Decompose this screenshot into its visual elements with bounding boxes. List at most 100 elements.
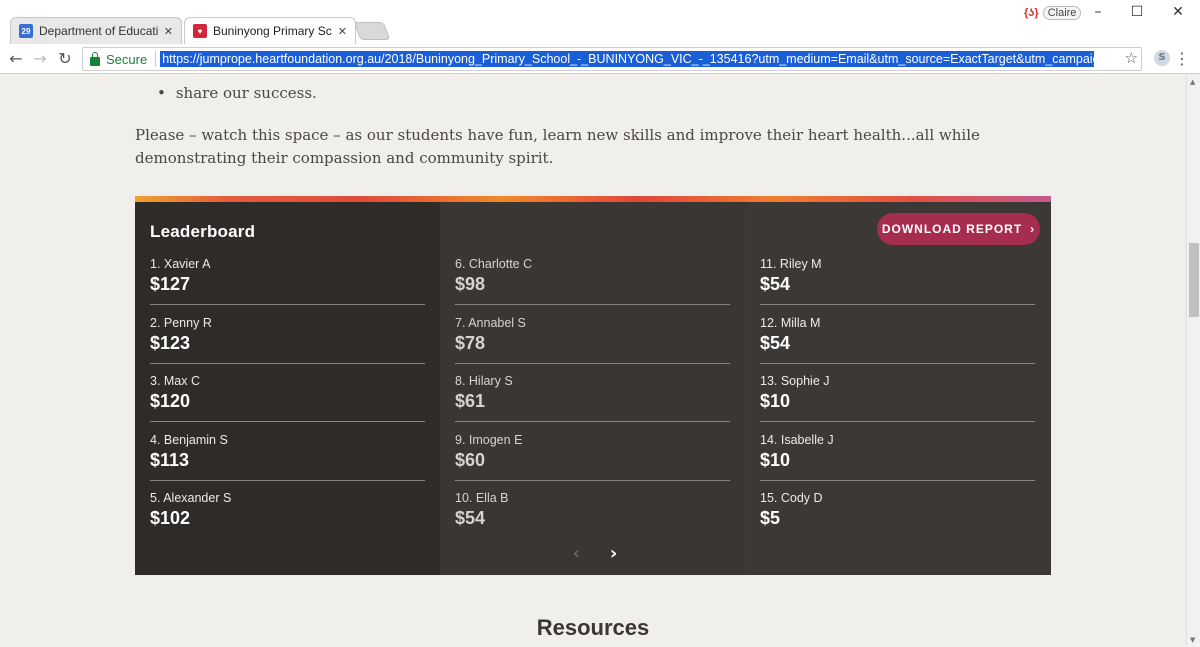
entry-name: 7. Annabel S: [455, 316, 526, 330]
chrome-menu-icon[interactable]: ⋮: [1174, 49, 1190, 68]
entry-name: 9. Imogen E: [455, 433, 523, 447]
entry-amount: $10: [760, 391, 791, 411]
entry-amount: $98: [455, 274, 486, 294]
leaderboard-column-2: 6. Charlotte C $98 7. Annabel S $78 8. H…: [440, 202, 745, 575]
close-window-icon[interactable]: ✕: [1166, 4, 1190, 20]
divider: [150, 304, 425, 305]
tab-title: Department of Educatio: [39, 24, 158, 38]
tab-department-of-education[interactable]: 29 Department of Educatio ✕: [10, 17, 182, 44]
leaderboard-column-3: 11. Riley M $54 12. Milla M $54 13. Soph…: [745, 202, 1051, 575]
minimize-icon[interactable]: –: [1086, 4, 1110, 20]
entry-amount: $113: [150, 450, 190, 470]
leaderboard-entry: 11. Riley M $54: [745, 257, 1035, 315]
entry-name: 4. Benjamin S: [150, 433, 228, 447]
profile-name: Claire: [1042, 6, 1082, 20]
next-page-icon[interactable]: ›: [610, 543, 617, 564]
browser-titlebar: 29 Department of Educatio ✕ ♥ Buninyong …: [0, 0, 1200, 44]
divider: [150, 480, 425, 481]
leaderboard-entry: 9. Imogen E $60: [440, 433, 730, 491]
leaderboard-entry: 12. Milla M $54: [745, 316, 1035, 374]
resources-heading: Resources: [536, 615, 650, 640]
bookmark-star-icon[interactable]: ☆: [1125, 49, 1138, 67]
entry-name: 1. Xavier A: [150, 257, 211, 271]
entry-name: 8. Hilary S: [455, 374, 513, 388]
leaderboard-entry: 1. Xavier A $127: [135, 257, 425, 315]
download-report-button[interactable]: DOWNLOAD REPORT ›: [877, 213, 1040, 245]
divider: [150, 421, 425, 422]
entry-amount: $123: [150, 333, 191, 353]
entry-name: 10. Ella B: [455, 491, 509, 505]
entry-name: 13. Sophie J: [760, 374, 830, 388]
leaderboard-entry: 8. Hilary S $61: [440, 374, 730, 432]
address-bar[interactable]: Secure https://jumprope.heartfoundation.…: [82, 47, 1142, 71]
chevron-right-icon: ›: [1030, 222, 1036, 236]
divider: [455, 304, 730, 305]
close-tab-icon[interactable]: ✕: [338, 25, 347, 38]
scrollbar-thumb[interactable]: [1189, 243, 1199, 317]
download-report-label: DOWNLOAD REPORT: [881, 222, 1023, 236]
bullet-dot: •: [157, 84, 166, 102]
scroll-up-icon[interactable]: ▲: [1190, 78, 1195, 86]
entry-amount: $5: [760, 508, 781, 528]
page-content: • share our success. Please – watch this…: [0, 75, 1186, 647]
maximize-icon[interactable]: ☐: [1125, 4, 1149, 20]
page-scrollbar[interactable]: ▲ ▼: [1186, 75, 1200, 647]
entry-name: 3. Max C: [150, 374, 201, 388]
divider: [455, 480, 730, 481]
previous-page-icon[interactable]: ‹: [573, 543, 580, 564]
leaderboard-entry: 2. Penny R $123: [135, 316, 425, 374]
leaderboard-entry: 4. Benjamin S $113: [135, 433, 425, 491]
divider: [760, 304, 1035, 305]
divider: [760, 363, 1035, 364]
list-item-text: share our success.: [175, 84, 317, 102]
entry-name: 15. Cody D: [760, 491, 823, 505]
lock-icon: [90, 51, 100, 66]
reload-icon[interactable]: ↻: [55, 49, 75, 68]
close-tab-icon[interactable]: ✕: [164, 25, 173, 38]
entry-name: 14. Isabelle J: [760, 433, 834, 447]
forward-icon[interactable]: →: [30, 49, 50, 68]
profile-button[interactable]: {ʖ} Claire: [1024, 6, 1082, 20]
leaderboard-title: Leaderboard: [150, 222, 256, 241]
divider: [760, 421, 1035, 422]
divider: [455, 363, 730, 364]
entry-amount: $10: [760, 450, 791, 470]
entry-amount: $102: [150, 508, 191, 528]
leaderboard-entry: 13. Sophie J $10: [745, 374, 1035, 432]
leaderboard-entry: 5. Alexander S $102: [135, 491, 420, 549]
entry-amount: $54: [455, 508, 486, 528]
list-item: • share our success.: [157, 84, 317, 102]
entry-name: 5. Alexander S: [150, 491, 232, 505]
entry-amount: $120: [150, 391, 191, 411]
intro-paragraph: Please – watch this space – as our stude…: [135, 126, 980, 167]
leaderboard: Leaderboard 1. Xavier A $127 2. Penny R …: [135, 196, 1051, 575]
entry-amount: $54: [760, 274, 791, 294]
profile-icon: {ʖ}: [1024, 7, 1039, 19]
url-text[interactable]: https://jumprope.heartfoundation.org.au/…: [160, 51, 1095, 67]
scroll-down-icon[interactable]: ▼: [1190, 636, 1195, 644]
new-tab-button[interactable]: [353, 22, 391, 40]
tab-title: Buninyong Primary Scho: [213, 24, 332, 38]
divider: [455, 421, 730, 422]
entry-name: 12. Milla M: [760, 316, 821, 330]
browser-toolbar: ← → ↻ Secure https://jumprope.heartfound…: [0, 44, 1200, 74]
leaderboard-entry: 15. Cody D $5: [745, 491, 1030, 549]
entry-amount: $78: [455, 333, 486, 353]
entry-amount: $61: [455, 391, 486, 411]
leaderboard-column-1: Leaderboard 1. Xavier A $127 2. Penny R …: [135, 202, 440, 575]
tab-buninyong-primary-school[interactable]: ♥ Buninyong Primary Scho ✕: [184, 17, 356, 44]
back-icon[interactable]: ←: [6, 49, 26, 68]
leaderboard-pager: ‹ ›: [555, 543, 635, 564]
entry-amount: $54: [760, 333, 791, 353]
entry-name: 11. Riley M: [760, 257, 822, 271]
entry-amount: $60: [455, 450, 486, 470]
leaderboard-entry: 10. Ella B $54: [440, 491, 725, 549]
leaderboard-entry: 14. Isabelle J $10: [745, 433, 1035, 491]
secure-label[interactable]: Secure: [106, 52, 147, 67]
divider: [150, 363, 425, 364]
divider: [760, 480, 1035, 481]
leaderboard-entry: 7. Annabel S $78: [440, 316, 730, 374]
heart-icon: ♥: [193, 24, 207, 38]
skype-extension-icon[interactable]: S: [1154, 50, 1170, 66]
leaderboard-entry: 3. Max C $120: [135, 374, 425, 432]
